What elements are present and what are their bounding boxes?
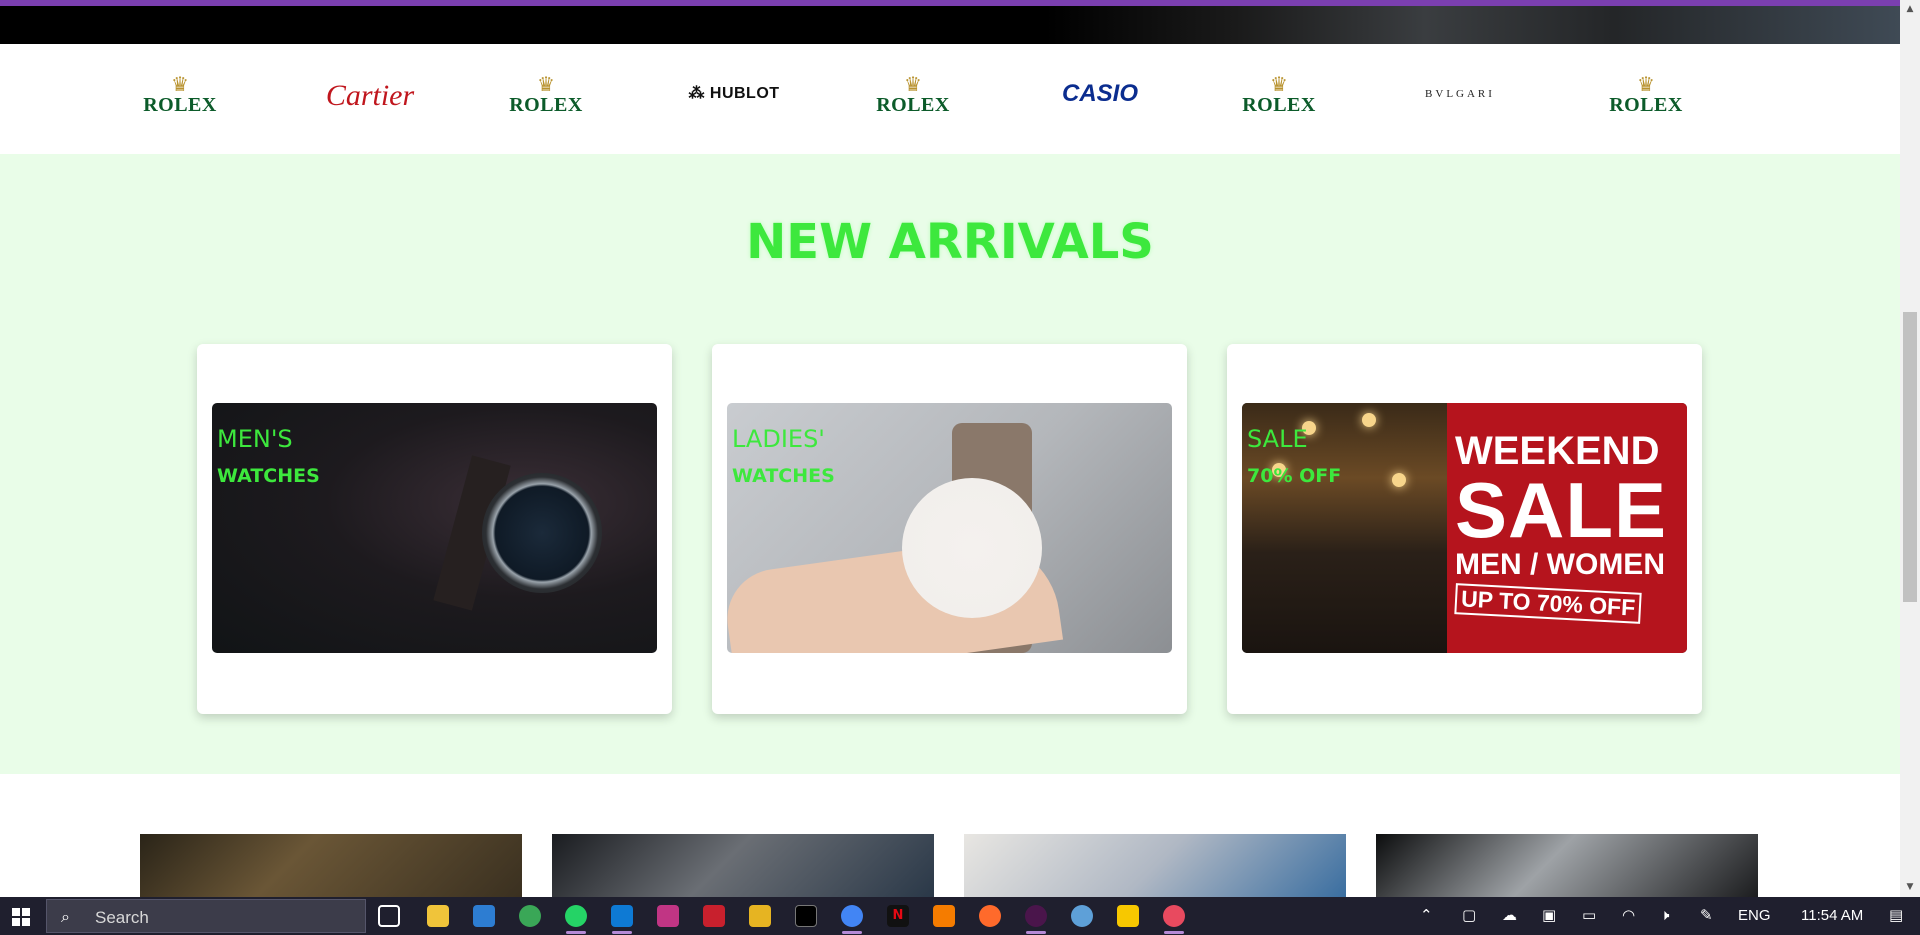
arrival-card-mens[interactable]: MEN'S WATCHES (197, 344, 672, 714)
search-icon: ⌕ (61, 907, 70, 926)
card-title: SALE (1247, 425, 1308, 453)
netflix-icon[interactable]: N (887, 905, 909, 927)
active-app-indicator (1164, 931, 1184, 934)
scroll-down-icon[interactable]: ▼ (1905, 882, 1915, 892)
task-view-icon[interactable] (378, 905, 400, 927)
sale-sign-line: MEN / WOMEN (1455, 548, 1665, 581)
taskbar-search-input[interactable]: ⌕ Search (46, 899, 366, 933)
watch-icon (902, 478, 1042, 618)
chrome-icon[interactable] (519, 905, 541, 927)
sale-sign: WEEKEND SALE MEN / WOMEN UP TO 70% OFF (1447, 403, 1687, 653)
sticky-notes-icon[interactable] (1117, 905, 1139, 927)
windows-taskbar: ⌕ Search N ⌃ ▢ ☁ ▣ ▭ ◠ 🕨 ✎ ENG 11:54 AM … (0, 897, 1920, 935)
card-title: LADIES' (732, 425, 825, 453)
sale-image[interactable]: WEEKEND SALE MEN / WOMEN UP TO 70% OFF S… (1242, 403, 1687, 653)
crown-icon: ♛ (171, 72, 189, 96)
chevron-up-icon[interactable]: ⌃ (1420, 906, 1433, 924)
terminal-icon[interactable] (795, 905, 817, 927)
app-icon[interactable] (749, 905, 771, 927)
crown-icon: ♛ (1637, 72, 1655, 96)
scroll-thumb[interactable] (1903, 312, 1917, 602)
ladies-watch-image[interactable]: LADIES' WATCHES (727, 403, 1172, 653)
brand-logo-rolex[interactable]: ♛ ROLEX (476, 74, 616, 124)
clock[interactable]: 11:54 AM (1801, 907, 1863, 924)
page-scrollbar[interactable]: ▲ ▼ (1900, 0, 1920, 897)
mens-watch-image[interactable]: MEN'S WATCHES (212, 403, 657, 653)
active-app-indicator (566, 931, 586, 934)
crown-icon: ♛ (537, 72, 555, 96)
wifi-icon[interactable]: ◠ (1622, 906, 1635, 924)
active-app-indicator (612, 931, 632, 934)
display-icon[interactable]: ▣ (1542, 906, 1556, 924)
card-subtitle: WATCHES (217, 465, 320, 487)
scroll-up-icon[interactable]: ▲ (1905, 4, 1915, 14)
light-icon (1362, 413, 1376, 427)
postman-icon[interactable] (979, 905, 1001, 927)
gallery-image[interactable] (140, 834, 522, 897)
card-title: MEN'S (217, 425, 293, 453)
sale-sign-line: SALE (1455, 466, 1668, 554)
card-subtitle: WATCHES (732, 465, 835, 487)
volume-muted-icon[interactable]: 🕨 (1660, 906, 1669, 924)
crown-icon: ♛ (904, 72, 922, 96)
arrival-card-sale[interactable]: WEEKEND SALE MEN / WOMEN UP TO 70% OFF S… (1227, 344, 1702, 714)
gallery-image[interactable] (964, 834, 1346, 897)
recorder-icon[interactable] (1163, 905, 1185, 927)
paint-icon[interactable] (1071, 905, 1093, 927)
file-explorer-icon[interactable] (427, 905, 449, 927)
crown-icon: ♛ (1270, 72, 1288, 96)
vscode-icon[interactable] (611, 905, 633, 927)
brand-logo-rolex[interactable]: ♛ ROLEX (110, 74, 250, 124)
arrival-card-ladies[interactable]: LADIES' WATCHES (712, 344, 1187, 714)
meet-icon[interactable]: ▢ (1462, 906, 1476, 924)
brand-logo-casio[interactable]: CASIO (1030, 74, 1170, 124)
brand-logo-rolex[interactable]: ♛ ROLEX (1576, 74, 1716, 124)
active-app-indicator (842, 931, 862, 934)
watch-icon (482, 473, 602, 593)
brand-logo-bvlgari[interactable]: BVLGARI (1390, 74, 1530, 124)
app-icon[interactable] (703, 905, 725, 927)
brand-logo-rolex[interactable]: ♛ ROLEX (843, 74, 983, 124)
gallery-section (0, 774, 1900, 897)
light-icon (1392, 473, 1406, 487)
brand-strip: ♛ ROLEX Cartier ♛ ROLEX ⁂ HUBLOT ♛ ROLEX… (0, 44, 1900, 154)
active-app-indicator (1026, 931, 1046, 934)
whatsapp-icon[interactable] (565, 905, 587, 927)
brand-logo-hublot[interactable]: ⁂ HUBLOT (664, 74, 804, 124)
battery-icon[interactable]: ▭ (1582, 906, 1596, 924)
store-icon[interactable] (473, 905, 495, 927)
windows-start-icon[interactable] (12, 908, 30, 926)
card-subtitle: 70% OFF (1247, 465, 1342, 487)
onedrive-icon[interactable]: ☁ (1502, 906, 1517, 924)
gallery-image[interactable] (1376, 834, 1758, 897)
instagram-icon[interactable] (657, 905, 679, 927)
new-arrivals-section: NEW ARRIVALS MEN'S WATCHES LADIES' WATCH… (0, 154, 1900, 774)
gallery-image[interactable] (552, 834, 934, 897)
brand-logo-rolex[interactable]: ♛ ROLEX (1209, 74, 1349, 124)
hero-banner-bottom (0, 6, 1900, 44)
language-indicator[interactable]: ENG (1738, 907, 1771, 924)
chrome-icon[interactable] (841, 905, 863, 927)
sale-sign-line: UP TO 70% OFF (1454, 583, 1642, 624)
brand-logo-cartier[interactable]: Cartier (300, 74, 440, 124)
slack-icon[interactable] (1025, 905, 1047, 927)
notifications-icon[interactable]: ▤ (1889, 906, 1903, 924)
app-icon[interactable] (933, 905, 955, 927)
section-title: NEW ARRIVALS (746, 214, 1154, 270)
pen-icon[interactable]: ✎ (1700, 906, 1713, 924)
